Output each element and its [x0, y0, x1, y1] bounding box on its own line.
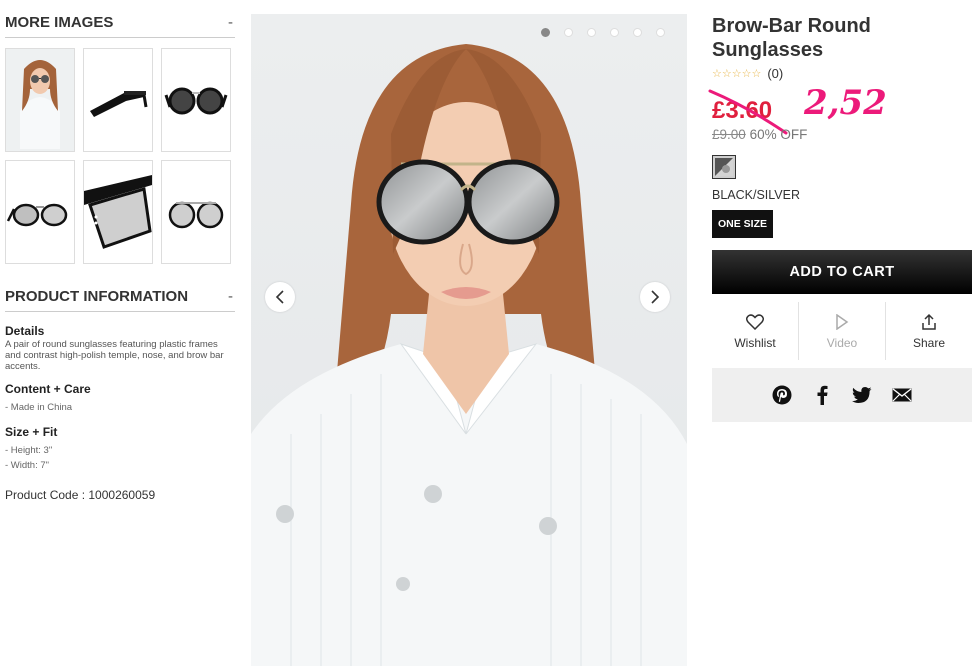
twitter-icon[interactable]	[852, 385, 872, 405]
thumbnail-model-front[interactable]	[5, 48, 75, 152]
thumbnail-grid	[5, 48, 235, 264]
product-information-heading: PRODUCT INFORMATION	[5, 288, 189, 305]
size-fit-height: - Height: 3"	[5, 445, 53, 456]
share-button[interactable]: Share	[886, 302, 972, 360]
product-code: Product Code : 1000260059	[5, 488, 156, 502]
handwritten-price-annotation: 2,52	[804, 83, 887, 123]
size-fit-width: - Width: 7"	[5, 460, 50, 471]
prev-image-button[interactable]	[265, 282, 295, 312]
more-images-collapse-toggle[interactable]: -	[228, 14, 235, 31]
thumbnail-sunglasses-side[interactable]	[83, 48, 153, 152]
social-share-bar	[712, 368, 972, 422]
action-row: Wishlist Video Share	[712, 302, 972, 360]
product-title: Brow-Bar Round Sunglasses	[712, 15, 871, 61]
heart-icon	[746, 312, 764, 332]
care-title: Content + Care	[5, 382, 91, 396]
carousel-dot-3[interactable]	[587, 28, 596, 37]
thumbnail-sunglasses-angle[interactable]	[5, 160, 75, 264]
thumbnail-sunglasses-front[interactable]	[161, 48, 231, 152]
wishlist-button[interactable]: Wishlist	[712, 302, 799, 360]
video-label: Video	[826, 336, 858, 350]
more-images-header[interactable]: MORE IMAGES -	[5, 14, 235, 38]
details-title: Details	[5, 324, 45, 338]
product-details-column: Brow-Bar Round Sunglasses ☆☆☆☆☆ (0) £3.6…	[708, 14, 972, 422]
main-product-image[interactable]	[251, 14, 687, 666]
thumbnail-sunglasses-closeup[interactable]	[83, 160, 153, 264]
chevron-left-icon	[275, 290, 284, 304]
carousel-dots	[541, 28, 665, 37]
care-item: - Made in China	[5, 402, 73, 413]
share-icon	[920, 312, 938, 332]
facebook-icon[interactable]	[812, 385, 832, 405]
carousel-dot-6[interactable]	[656, 28, 665, 37]
star-rating-icon: ☆☆☆☆☆	[712, 68, 762, 80]
carousel-dot-1[interactable]	[541, 28, 550, 37]
swatch-pattern-icon	[715, 158, 733, 176]
left-column: MORE IMAGES - PRODUCT INFORMATION - Deta…	[5, 14, 235, 502]
carousel-dot-2[interactable]	[564, 28, 573, 37]
original-price-line: £9.00 60% OFF	[712, 127, 807, 142]
model-photo	[251, 14, 687, 666]
review-count[interactable]: (0)	[767, 66, 783, 81]
chevron-right-icon	[651, 290, 660, 304]
thumbnail-sunglasses-lens[interactable]	[161, 160, 231, 264]
color-name: BLACK/SILVER	[712, 188, 801, 202]
price-block: £3.60 2,52 £9.00 60% OFF	[708, 83, 972, 143]
share-label: Share	[912, 336, 946, 350]
details-text: A pair of round sunglasses featuring pla…	[5, 339, 224, 372]
pinterest-icon[interactable]	[772, 385, 792, 405]
carousel-dot-5[interactable]	[633, 28, 642, 37]
play-icon	[835, 312, 849, 332]
product-information-header[interactable]: PRODUCT INFORMATION -	[5, 288, 235, 312]
video-button[interactable]: Video	[799, 302, 886, 360]
size-fit-title: Size + Fit	[5, 425, 58, 439]
size-option-button[interactable]: ONE SIZE	[712, 210, 774, 238]
more-images-heading: MORE IMAGES	[5, 14, 114, 31]
size-fit-list: - Height: 3" - Width: 7"	[5, 443, 235, 473]
color-swatch[interactable]	[712, 155, 736, 179]
email-icon[interactable]	[892, 385, 912, 405]
rating-row[interactable]: ☆☆☆☆☆ (0)	[712, 66, 972, 81]
product-information-collapse-toggle[interactable]: -	[228, 288, 235, 305]
original-price: £9.00	[712, 127, 746, 142]
wishlist-label: Wishlist	[734, 336, 776, 350]
next-image-button[interactable]	[640, 282, 670, 312]
add-to-cart-button[interactable]: ADD TO CART	[712, 250, 972, 294]
discount-label: 60% OFF	[749, 127, 808, 142]
carousel-dot-4[interactable]	[610, 28, 619, 37]
